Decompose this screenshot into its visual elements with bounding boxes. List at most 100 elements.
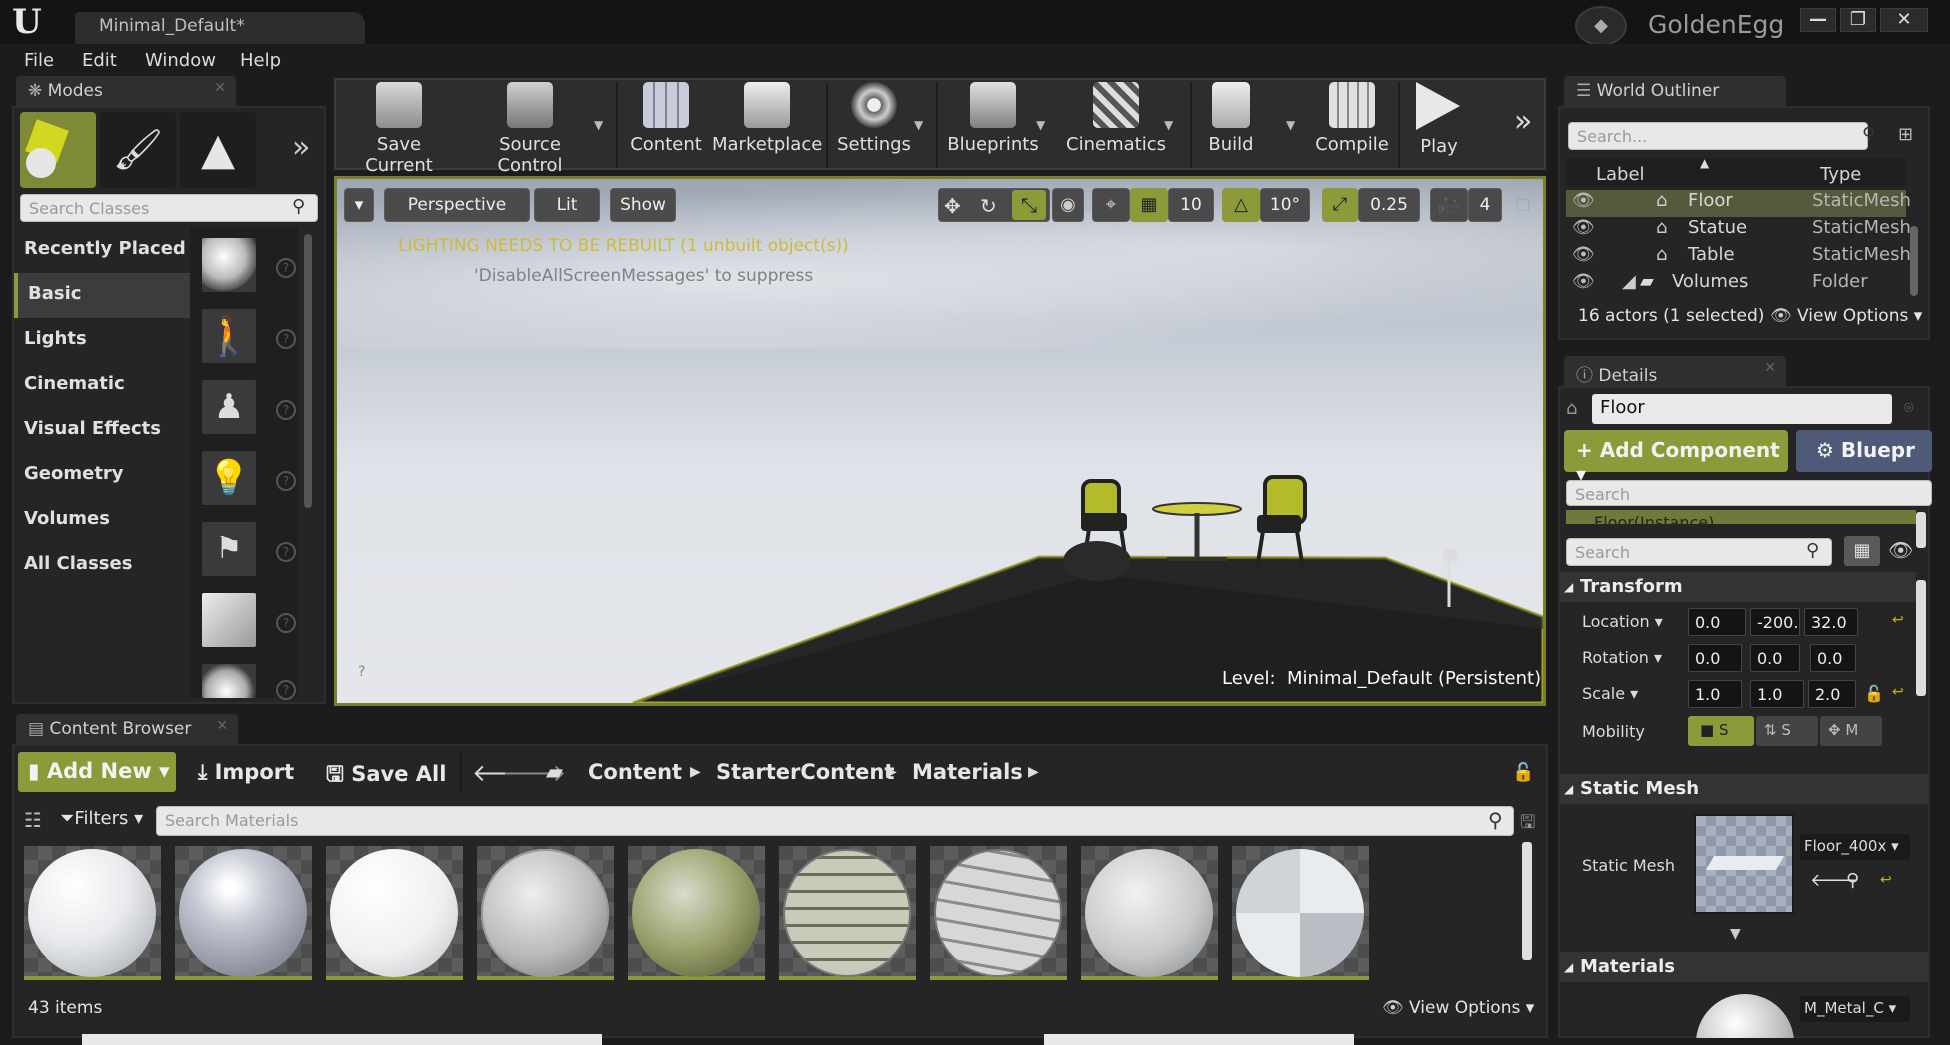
search-classes-input[interactable]: Search Classes [20, 194, 318, 222]
save-current-button[interactable]: Save Current [344, 82, 454, 176]
point-light-thumb[interactable]: 💡 [202, 451, 256, 505]
category-cinematic[interactable]: Cinematic [14, 363, 190, 408]
document-tab[interactable]: Minimal_Default* [75, 12, 365, 44]
component-scrollbar[interactable] [1916, 512, 1926, 548]
character-actor-thumb[interactable]: 🚶 [202, 309, 256, 363]
menu-file[interactable]: File [24, 50, 54, 71]
help-icon[interactable]: ? [276, 471, 296, 491]
menu-help[interactable]: Help [240, 50, 281, 71]
cinematics-button[interactable]: Cinematics [1066, 82, 1166, 168]
world-outliner-tab[interactable]: ☰ World Outliner [1564, 76, 1786, 106]
breadcrumb-content[interactable]: Content [588, 760, 682, 784]
location-z-field[interactable]: 32.0 [1804, 608, 1858, 636]
breadcrumb-arrow-icon[interactable]: ▶ [886, 764, 897, 780]
chevron-down-icon[interactable]: ▼ [914, 118, 923, 132]
filters-button[interactable]: ⏷Filters ▾ [60, 808, 143, 829]
menu-window[interactable]: Window [145, 50, 216, 71]
outliner-row[interactable]: 👁 ⌂ Floor StaticMesh [1566, 190, 1911, 217]
material-thumb-6[interactable] [779, 846, 916, 980]
eye-icon[interactable]: 👁 [1572, 190, 1595, 211]
lock-icon[interactable]: ⌾ [1904, 398, 1914, 418]
landscape-mode-icon[interactable]: ▲ [180, 112, 256, 188]
outliner-row[interactable]: 👁 ⌂ Table StaticMesh [1566, 244, 1911, 271]
help-icon[interactable]: ? [276, 613, 296, 633]
content-browser-tab[interactable]: ▤ Content Browser ✕ [16, 714, 238, 744]
expand-advanced-icon[interactable]: ▼ [1730, 926, 1741, 942]
help-icon[interactable]: ? [276, 329, 296, 349]
translate-icon[interactable]: ✥ [944, 194, 961, 218]
menu-edit[interactable]: Edit [82, 50, 117, 71]
material-thumb-8[interactable] [1081, 846, 1218, 980]
rotation-snap-value[interactable]: 10° [1260, 188, 1310, 222]
material-thumb-4[interactable] [477, 846, 614, 980]
close-icon[interactable]: ✕ [1764, 360, 1776, 376]
eye-icon[interactable]: 👁 [1572, 217, 1595, 238]
transform-section-header[interactable]: ◢ Transform [1560, 572, 1916, 602]
eye-icon[interactable]: 👁 [1572, 271, 1595, 292]
import-button[interactable]: ⤓ Import [198, 760, 294, 785]
source-control-button[interactable]: Source Control [468, 82, 592, 176]
scale-label[interactable]: Scale ▾ [1582, 684, 1638, 703]
play-button[interactable]: Play [1404, 82, 1474, 168]
outliner-scrollbar[interactable] [1910, 226, 1918, 296]
scale-snap-toggle[interactable]: ⤢ [1322, 188, 1358, 222]
rotation-x-field[interactable]: 0.0 [1688, 644, 1742, 672]
pawn-actor-thumb[interactable]: ♟ [202, 380, 256, 434]
material-thumb-7[interactable] [930, 846, 1067, 980]
content-scrollbar[interactable] [1522, 842, 1532, 960]
scale-icon[interactable]: ⤡ [1012, 190, 1046, 220]
lock-scale-icon[interactable]: 🔓 [1864, 684, 1884, 703]
add-component-button[interactable]: + Add Component ▾ [1564, 430, 1788, 486]
static-mesh-dropdown[interactable]: Floor_400x ▾ [1800, 834, 1910, 860]
close-icon[interactable]: ✕ [1880, 8, 1928, 32]
reset-icon[interactable]: ↩ [1880, 872, 1892, 888]
location-y-field[interactable]: -200.0 [1750, 608, 1800, 636]
material-thumb-5[interactable] [628, 846, 765, 980]
component-tree-item[interactable]: Floor(Instance) [1566, 510, 1916, 524]
cube-actor-thumb[interactable] [202, 593, 256, 647]
save-search-icon[interactable]: 🖫 [1520, 810, 1535, 840]
reset-icon[interactable]: ↩ [1892, 684, 1904, 700]
breadcrumb-arrow-icon[interactable]: ▶ [690, 764, 701, 780]
breadcrumb-arrow-icon[interactable]: ▶ [1028, 764, 1039, 780]
breadcrumb-materials[interactable]: Materials [912, 760, 1023, 784]
help-icon[interactable]: ? [276, 258, 296, 278]
marketplace-button[interactable]: Marketplace [712, 82, 822, 168]
scale-snap-value[interactable]: 0.25 [1358, 188, 1420, 222]
sphere-actor-thumb[interactable] [202, 238, 256, 292]
mobility-movable-option[interactable]: ✥ M [1820, 716, 1882, 746]
cb-view-options[interactable]: 👁 View Options ▾ [1382, 998, 1534, 1018]
maximize-viewport-icon[interactable]: ❐ [1516, 196, 1530, 215]
category-all-classes[interactable]: All Classes [14, 543, 190, 588]
property-matrix-icon[interactable]: ▦ [1844, 536, 1880, 566]
more-modes-icon[interactable]: » [292, 130, 310, 165]
rotate-icon[interactable]: ↻ [980, 194, 997, 218]
rotation-label[interactable]: Rotation ▾ [1582, 648, 1662, 667]
close-icon[interactable]: ✕ [214, 80, 226, 96]
category-basic[interactable]: Basic [14, 273, 190, 318]
materials-section-header[interactable]: ◢ Materials [1560, 952, 1928, 982]
compile-button[interactable]: Compile [1312, 82, 1392, 168]
category-lights[interactable]: Lights [14, 318, 190, 363]
material-thumbnail[interactable] [1696, 994, 1794, 1038]
sources-panel-icon[interactable]: ☷ [24, 808, 42, 832]
mobility-static-option[interactable]: ■ S [1688, 716, 1754, 746]
lit-button[interactable]: Lit [534, 188, 600, 222]
maximize-icon[interactable]: ❐ [1840, 8, 1876, 32]
category-geometry[interactable]: Geometry [14, 453, 190, 498]
build-button[interactable]: Build [1198, 82, 1264, 168]
scale-z-field[interactable]: 2.0 [1808, 680, 1856, 708]
modes-scrollbar[interactable] [304, 234, 312, 508]
outliner-row[interactable]: 👁 ◢ ▰ Volumes Folder [1566, 271, 1906, 298]
outliner-label-header[interactable]: Label [1596, 164, 1645, 185]
minimize-icon[interactable]: — [1800, 8, 1836, 32]
expand-arrow-icon[interactable]: ◢ [1622, 271, 1636, 292]
actor-name-input[interactable]: Floor [1592, 394, 1892, 424]
chevron-down-icon[interactable]: ▼ [594, 118, 603, 132]
outliner-search-input[interactable]: Search... [1568, 122, 1868, 150]
grid-snap-value[interactable]: 10 [1168, 188, 1214, 222]
show-button[interactable]: Show [610, 188, 676, 222]
reset-icon[interactable]: ↩ [1892, 612, 1904, 628]
help-icon[interactable]: ? [276, 542, 296, 562]
material-thumb-1[interactable] [24, 846, 161, 980]
